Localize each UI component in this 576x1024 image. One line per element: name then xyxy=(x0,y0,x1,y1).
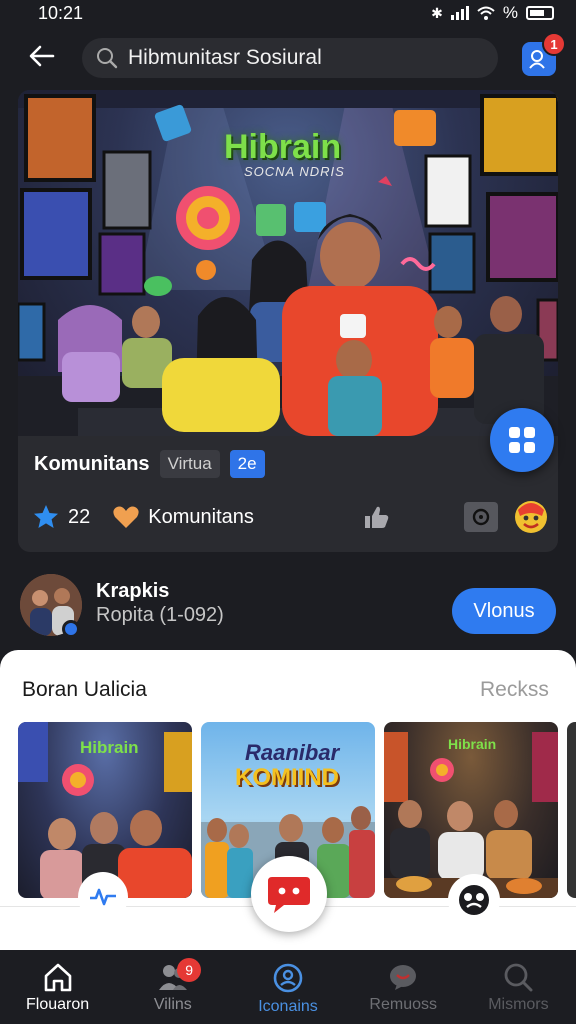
search-icon xyxy=(97,48,118,69)
nav-item-search[interactable]: Mismors xyxy=(461,950,576,1024)
gallery-item[interactable] xyxy=(567,722,576,898)
search-input[interactable]: Hibmunitasr Sosiural xyxy=(128,46,322,70)
bottom-nav: Flouaron 9 Vilins Iconains Remuoss Mismo… xyxy=(0,950,576,1024)
chat-fab-button[interactable] xyxy=(251,856,327,932)
emoji-icon[interactable] xyxy=(514,500,548,534)
star-count: 22 xyxy=(68,505,91,528)
nav-label-search: Mismors xyxy=(488,996,549,1013)
camera-icon xyxy=(472,508,490,526)
hero-image-title: Hibrain xyxy=(224,128,342,166)
profile-name: Krapkis xyxy=(96,580,170,602)
status-icons: ✱ % xyxy=(431,3,554,23)
camera-button[interactable] xyxy=(464,502,498,532)
card-title-row: Komunitans Virtua 2e xyxy=(34,450,265,478)
nav-item-home[interactable]: Flouaron xyxy=(0,950,115,1024)
home-icon xyxy=(44,963,71,992)
card-stats-row: 22 Komunitans xyxy=(32,500,548,534)
thumbs-up-icon[interactable] xyxy=(362,504,390,530)
notification-badge: 1 xyxy=(542,32,566,56)
nav-label-chat: Remuoss xyxy=(369,996,437,1013)
profile-subtitle: Ropita (1-092) xyxy=(96,604,224,626)
wifi-icon xyxy=(477,6,495,20)
status-bar: 10:21 ✱ % xyxy=(0,0,576,26)
tag-count[interactable]: 2e xyxy=(229,450,265,478)
top-bar: Hibmunitasr Sosiural 1 xyxy=(0,32,576,80)
pulse-icon xyxy=(90,888,116,906)
activity-button[interactable] xyxy=(78,872,128,922)
see-all-link[interactable]: Reckss xyxy=(480,678,549,702)
nav-label-home: Flouaron xyxy=(26,996,90,1013)
online-badge xyxy=(62,620,80,638)
nav-item-people[interactable]: 9 Vilins xyxy=(115,950,230,1024)
sheet-title: Boran Ualicia xyxy=(22,678,147,701)
gallery-item[interactable]: Hibrain xyxy=(384,722,558,898)
gallery-caption: Hibrain xyxy=(448,736,497,752)
nav-item-chat[interactable]: Remuoss xyxy=(346,950,461,1024)
gallery-caption-line1: Raanibar xyxy=(245,740,340,765)
arrow-left-icon xyxy=(29,45,55,67)
hero-image-subtitle: SOCNA NDRIS xyxy=(244,164,345,179)
heart-icon[interactable] xyxy=(112,504,140,530)
notifications-button[interactable]: 1 xyxy=(522,32,566,76)
follow-button[interactable]: Vlonus xyxy=(452,588,556,634)
search-bar[interactable]: Hibmunitasr Sosiural xyxy=(82,38,498,78)
nav-label-profile: Iconains xyxy=(258,998,318,1015)
card-title: Komunitans xyxy=(34,452,150,475)
back-button[interactable] xyxy=(26,40,58,72)
grid-icon xyxy=(509,427,535,453)
reaction-button[interactable] xyxy=(448,874,500,926)
tag-virtual[interactable]: Virtua xyxy=(159,450,220,478)
hero-image[interactable]: Hibrain SOCNA NDRIS xyxy=(18,90,558,436)
signal-icon xyxy=(450,6,469,20)
battery-icon xyxy=(526,6,554,20)
status-time: 10:21 xyxy=(38,2,84,23)
bluetooth-icon: ✱ xyxy=(431,4,443,21)
nav-badge: 9 xyxy=(177,958,202,982)
face-icon xyxy=(459,885,489,915)
gallery-caption: Hibrain xyxy=(80,738,139,757)
profile-icon xyxy=(273,963,303,993)
search-icon xyxy=(505,963,533,992)
chat-icon xyxy=(390,965,417,990)
apps-fab-button[interactable] xyxy=(490,408,554,472)
nav-item-profile[interactable]: Iconains xyxy=(230,950,345,1024)
star-icon[interactable] xyxy=(32,503,60,531)
heart-label: Komunitans xyxy=(148,505,254,528)
chat-bubble-icon xyxy=(268,877,310,913)
gallery-caption-line2: KOMIIND xyxy=(235,764,339,791)
battery-percent: % xyxy=(502,3,518,22)
featured-community-card[interactable]: Hibrain SOCNA NDRIS Komunitans Virtua 2e… xyxy=(18,90,558,552)
profile-row[interactable]: Krapkis Ropita (1-092) Vlonus xyxy=(18,574,558,638)
nav-label-people: Vilins xyxy=(153,996,192,1013)
